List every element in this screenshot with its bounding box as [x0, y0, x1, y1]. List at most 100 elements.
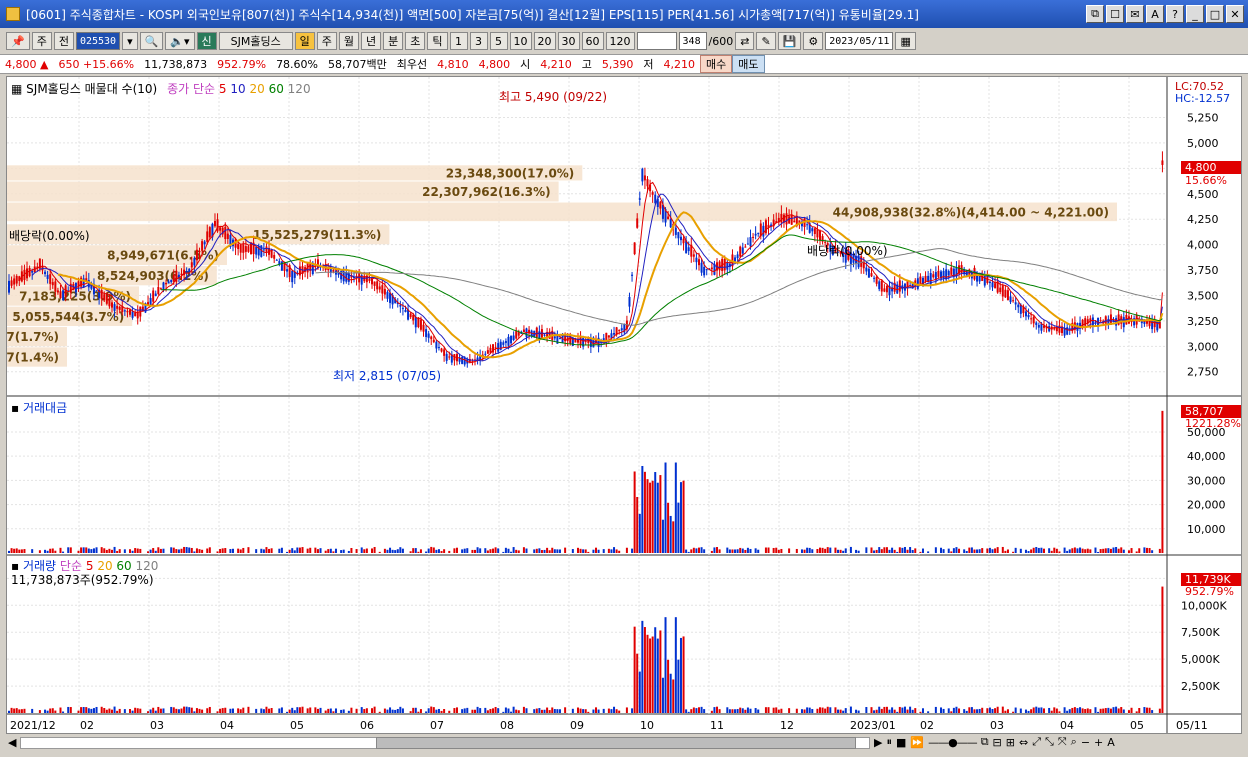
amount-bar [18, 549, 21, 553]
mode-select[interactable]: 전 [53, 32, 74, 50]
restore-layout-button[interactable]: ☐ [1106, 5, 1124, 23]
speaker-icon[interactable]: 🔈▾ [165, 32, 195, 50]
count-input[interactable]: 348 [678, 32, 707, 50]
fit-icon[interactable]: ⤧ [1058, 735, 1067, 749]
slider-icon[interactable]: ——●—— [928, 736, 978, 749]
interval-10[interactable]: 10 [509, 32, 532, 50]
stop-icon[interactable]: ■ [896, 736, 906, 749]
candle-body [659, 201, 662, 209]
sync-icon[interactable]: ⇄ [735, 32, 755, 50]
help-button[interactable]: ? [1166, 5, 1184, 23]
interval-3[interactable]: 3 [469, 32, 488, 50]
candle-body [378, 286, 381, 290]
candle-body [705, 269, 708, 271]
grid-icon[interactable]: ▦ [11, 82, 22, 96]
play-icon[interactable]: ▶ [874, 736, 882, 749]
volume-bar [1127, 710, 1130, 713]
zoom-icon[interactable]: ⌕ [1071, 735, 1077, 749]
interval-input[interactable] [636, 32, 677, 50]
search-icon[interactable]: 🔍 [139, 32, 164, 50]
chart-scrollbar[interactable]: ◀ ▶ ⏸ ■ ⏩ ——●—— ⧉ ⊟ ⊞ ⇔ ⤢ ⤡ ⤧ ⌕ − + A [6, 734, 1242, 752]
date-input[interactable]: 2023/05/11 [825, 32, 894, 50]
amount-bar [731, 549, 734, 553]
interval-1[interactable]: 1 [449, 32, 468, 50]
volume-bar [260, 708, 263, 713]
close-button[interactable]: ✕ [1226, 5, 1244, 23]
amount-bar [857, 550, 860, 553]
buy-button[interactable]: 매수 [700, 55, 733, 73]
layout-button[interactable]: ⧉ [1086, 5, 1104, 23]
pause-icon[interactable]: ⏸ [886, 735, 892, 749]
amount-bar [716, 547, 719, 553]
period-select[interactable]: 주 [31, 32, 52, 50]
tab-day[interactable]: 일 [294, 32, 315, 50]
scroll-left-icon[interactable]: ◀ [8, 736, 16, 749]
amount-bar [185, 547, 188, 553]
candle-body [219, 227, 222, 231]
layout3-icon[interactable]: ⊞ [1006, 736, 1015, 749]
interval-30[interactable]: 30 [557, 32, 580, 50]
shrink-icon[interactable]: ⤡ [1045, 735, 1054, 749]
stock-name[interactable]: SJM홀딩스 [218, 32, 293, 50]
candle-body [404, 309, 407, 313]
candle-body [687, 247, 690, 252]
plus-icon[interactable]: + [1094, 736, 1103, 749]
chart-svg[interactable]: 2021/12 02 03 04 05 06 07 08 09 10 11 12 2023/01 02 03… [7, 77, 1242, 734]
dropdown-icon[interactable]: ▾ [122, 32, 138, 50]
volume-bar [713, 707, 716, 713]
font-button[interactable]: A [1146, 5, 1164, 23]
amount-tick-label: 20,000 [1187, 499, 1226, 512]
amount-bar [242, 547, 245, 553]
fast-forward-icon[interactable]: ⏩ [910, 736, 924, 749]
amount-bar [1019, 548, 1022, 553]
volume-bar [90, 708, 93, 713]
layout2-icon[interactable]: ⊟ [993, 736, 1002, 749]
calendar-icon[interactable]: ▦ [895, 32, 916, 50]
amount-bar [1122, 549, 1125, 553]
amount-bar [973, 549, 976, 553]
font-size-icon[interactable]: A [1107, 736, 1115, 749]
amount-bar [288, 549, 291, 553]
interval-5[interactable]: 5 [489, 32, 508, 50]
volume-bar [1081, 708, 1084, 713]
tab-tick[interactable]: 틱 [427, 32, 448, 50]
interval-120[interactable]: 120 [605, 32, 635, 50]
interval-20[interactable]: 20 [533, 32, 556, 50]
volume-bar [123, 709, 126, 713]
amount-bar [968, 547, 971, 553]
volume-bar [919, 711, 922, 713]
tab-week[interactable]: 주 [316, 32, 337, 50]
tab-month[interactable]: 월 [338, 32, 360, 50]
mail-button[interactable]: ✉ [1126, 5, 1144, 23]
ma60-label: 60 [268, 82, 284, 96]
volume-bar [661, 677, 664, 713]
maximize-button[interactable]: □ [1206, 5, 1224, 23]
candle-body [710, 267, 713, 270]
amount-bar [90, 549, 93, 553]
tab-year[interactable]: 년 [361, 32, 382, 50]
save-icon[interactable]: 💾 [777, 32, 802, 50]
tab-second[interactable]: 초 [405, 32, 426, 50]
pin-icon[interactable]: 📌 [6, 32, 30, 50]
volume-bar [159, 708, 162, 713]
amount-bar [15, 548, 18, 553]
scroll-thumb[interactable] [376, 737, 856, 749]
layout1-icon[interactable]: ⧉ [981, 735, 989, 749]
minimize-button[interactable]: _ [1186, 5, 1204, 23]
amount-bar [100, 547, 103, 553]
amount-legend: ▪ 거래대금 [11, 399, 67, 416]
square-icon[interactable]: ▪ [11, 401, 19, 415]
amount-bar [633, 471, 636, 553]
sell-button[interactable]: 매도 [732, 55, 765, 73]
settings-icon[interactable]: ⚙ [803, 32, 824, 50]
arrows-icon[interactable]: ⇔ [1019, 736, 1028, 749]
amount-bar [443, 549, 446, 553]
stock-code-input[interactable]: 025530 [75, 32, 121, 50]
chart-area[interactable]: 2021/12 02 03 04 05 06 07 08 09 10 11 12 2023/01 02 03… [6, 76, 1242, 734]
interval-60[interactable]: 60 [581, 32, 604, 50]
minus-icon[interactable]: − [1081, 736, 1090, 749]
draw-icon[interactable]: ✎ [756, 32, 776, 50]
volume-bar [383, 708, 386, 713]
expand-icon[interactable]: ⤢ [1032, 735, 1041, 749]
tab-minute[interactable]: 분 [383, 32, 404, 50]
